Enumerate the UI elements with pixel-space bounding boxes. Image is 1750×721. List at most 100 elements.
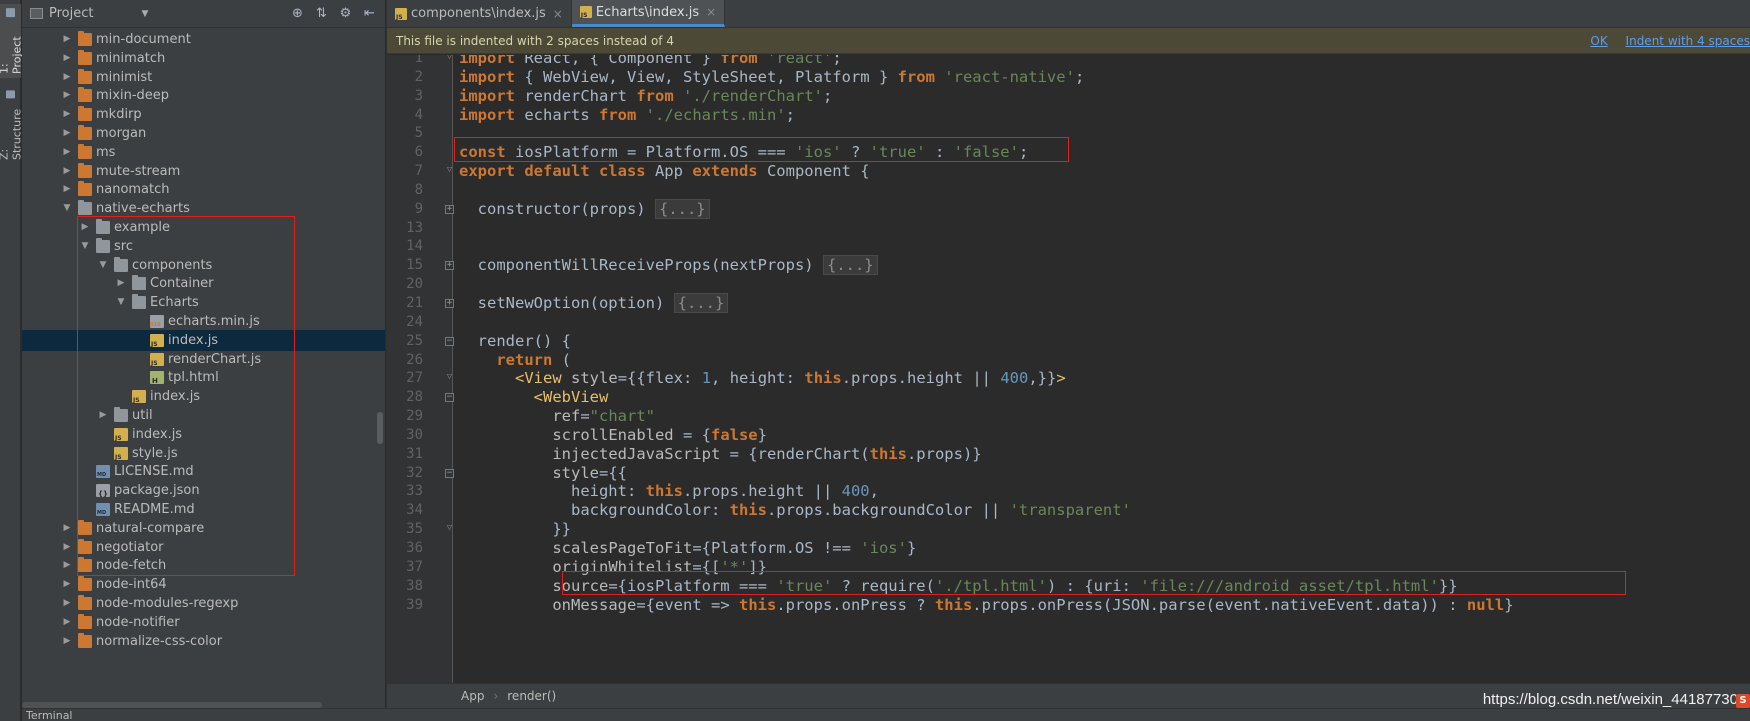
code-line-39: onMessage={event => this.props.onPress ?… bbox=[552, 596, 1514, 614]
collapse-fold-icon[interactable]: − bbox=[445, 393, 454, 402]
tool-window-strip: 1: Project Z: Structure bbox=[0, 0, 24, 721]
folder-icon bbox=[78, 519, 92, 535]
breadcrumb-item[interactable]: render() bbox=[507, 689, 556, 703]
code-line-29: ref="chart" bbox=[552, 407, 655, 425]
folder-icon bbox=[78, 49, 92, 65]
code-line-27: <View style={{flex: 1, height: this.prop… bbox=[515, 369, 1066, 387]
folder-icon bbox=[78, 200, 92, 216]
folder-icon bbox=[78, 87, 92, 103]
collapse-all-icon[interactable]: ⇅ bbox=[314, 6, 329, 21]
editor-tab[interactable]: components\index.js × bbox=[387, 0, 572, 27]
project-icon bbox=[6, 8, 15, 17]
collapse-fold-icon[interactable]: − bbox=[445, 469, 454, 478]
folder-icon bbox=[96, 237, 110, 253]
editor-tab-label: Echarts\index.js bbox=[595, 4, 700, 20]
editor-tab-bar: components\index.js × Echarts\index.js × bbox=[387, 0, 1750, 28]
code-line-30: scrollEnabled = {false} bbox=[552, 426, 767, 444]
code-line-37: originWhitelist={['*']} bbox=[552, 558, 767, 576]
collapse-fold-icon[interactable]: ▽ bbox=[445, 373, 454, 383]
watermark: https://blog.csdn.net/weixin_44187730 bbox=[1482, 691, 1738, 708]
project-tool-tab-label: 1: Project bbox=[0, 36, 24, 74]
indent-with-4-spaces-link[interactable]: Indent with 4 spaces bbox=[1626, 34, 1750, 48]
collapse-fold-icon[interactable]: − bbox=[445, 337, 454, 346]
project-panel: Project ▼ ⊕ ⇅ ⚙ ⇤ ▶ min-document ▶ minimatc… bbox=[22, 0, 385, 721]
folder-icon bbox=[78, 181, 92, 197]
project-tool-tab[interactable]: 1: Project bbox=[0, 4, 24, 78]
file-js-icon bbox=[150, 352, 164, 367]
chevron-down-icon[interactable]: ▼ bbox=[141, 9, 148, 19]
line-number: 14 bbox=[406, 238, 423, 254]
locate-icon[interactable]: ⊕ bbox=[290, 6, 305, 21]
structure-tool-tab[interactable]: Z: Structure bbox=[0, 86, 24, 164]
line-number: 21 bbox=[406, 295, 423, 311]
code-editor[interactable]: import React, { Component } from 'react'… bbox=[387, 55, 1750, 683]
line-number: 35 bbox=[406, 521, 423, 537]
code-line-2: import { WebView, View, StyleSheet, Plat… bbox=[459, 68, 1085, 86]
folder-icon bbox=[78, 143, 92, 159]
file-min-icon bbox=[150, 315, 164, 329]
fold-gutter bbox=[443, 55, 453, 683]
code-line-35: }} bbox=[459, 520, 571, 538]
js-file-icon bbox=[579, 6, 592, 19]
folder-icon bbox=[78, 31, 92, 46]
close-icon[interactable]: × bbox=[553, 7, 563, 21]
code-line-3: import renderChart from './renderChart'; bbox=[459, 87, 833, 105]
line-number: 28 bbox=[406, 389, 423, 405]
line-number: 30 bbox=[406, 427, 423, 443]
folder-icon bbox=[78, 576, 92, 592]
folder-icon bbox=[114, 407, 128, 422]
folder-icon bbox=[132, 275, 146, 291]
code-line-6: const iosPlatform = Platform.OS === 'ios… bbox=[459, 143, 1029, 161]
gear-icon[interactable]: ⚙ bbox=[338, 6, 353, 21]
expand-fold-icon[interactable]: + bbox=[445, 205, 454, 214]
terminal-bar[interactable]: Terminal bbox=[22, 708, 1750, 721]
line-number: 33 bbox=[406, 483, 423, 499]
file-json-icon bbox=[96, 484, 110, 498]
code-line-33: height: this.props.height || 400, bbox=[459, 482, 879, 500]
tree-folder-normalize-css-color[interactable]: ▶ normalize-css-color bbox=[22, 631, 385, 652]
chevron-right-icon: › bbox=[493, 689, 499, 703]
breadcrumb-item[interactable]: App bbox=[461, 689, 484, 703]
ok-link[interactable]: OK bbox=[1590, 34, 1607, 48]
code-line-28: <WebView bbox=[533, 388, 609, 406]
line-number: 34 bbox=[406, 502, 423, 518]
code-line-38: source={iosPlatform === 'true' ? require… bbox=[552, 577, 1458, 595]
expand-fold-icon[interactable]: + bbox=[445, 261, 454, 270]
folder-icon bbox=[78, 538, 92, 554]
line-number: 7 bbox=[414, 163, 423, 179]
code-line-15: componentWillReceiveProps(nextProps) {..… bbox=[459, 255, 878, 276]
code-line-31: injectedJavaScript = {renderChart(this.p… bbox=[552, 445, 982, 463]
line-number: 25 bbox=[406, 333, 423, 349]
editor-tab[interactable]: Echarts\index.js × bbox=[571, 0, 726, 27]
collapse-fold-icon[interactable]: ▽ bbox=[445, 55, 454, 63]
project-panel-header: Project ▼ ⊕ ⇅ ⚙ ⇤ bbox=[22, 0, 385, 28]
project-tree: ▶ min-document ▶ minimatch ▶ minimist ▶ mixin-d… bbox=[22, 27, 385, 702]
hide-panel-icon[interactable]: ⇤ bbox=[362, 6, 377, 21]
tree-item-label: normalize-css-color bbox=[96, 633, 223, 649]
collapse-fold-icon[interactable]: ▽ bbox=[445, 524, 454, 534]
code-line-21: setNewOption(option) {...} bbox=[459, 293, 729, 314]
terminal-tab-label: Terminal bbox=[26, 709, 73, 721]
line-number: 15 bbox=[406, 257, 423, 273]
file-md-icon bbox=[96, 465, 110, 479]
project-toolbar: ⊕ ⇅ ⚙ ⇤ bbox=[290, 6, 377, 21]
file-js-icon bbox=[132, 390, 146, 404]
folder-icon bbox=[78, 162, 92, 178]
collapse-arrow-icon[interactable]: ▶ bbox=[62, 631, 72, 652]
line-number: 36 bbox=[406, 540, 423, 556]
indent-notification-banner: This file is indented with 2 spaces inst… bbox=[387, 28, 1750, 54]
code-line-34: backgroundColor: this.props.backgroundCo… bbox=[459, 501, 1131, 519]
line-number: 27 bbox=[406, 370, 423, 386]
line-number: 2 bbox=[414, 69, 423, 85]
project-view-selector[interactable]: Project bbox=[49, 6, 93, 21]
collapse-fold-icon[interactable]: ▽ bbox=[445, 166, 454, 176]
expand-fold-icon[interactable]: + bbox=[445, 299, 454, 308]
folder-icon bbox=[114, 256, 128, 272]
line-number: 5 bbox=[414, 125, 423, 141]
vertical-scrollbar[interactable] bbox=[377, 412, 383, 444]
folder-icon bbox=[78, 68, 92, 84]
file-js-icon bbox=[114, 427, 128, 442]
close-icon[interactable]: × bbox=[706, 5, 716, 19]
line-number: 38 bbox=[406, 578, 423, 594]
folder-icon bbox=[78, 106, 92, 122]
